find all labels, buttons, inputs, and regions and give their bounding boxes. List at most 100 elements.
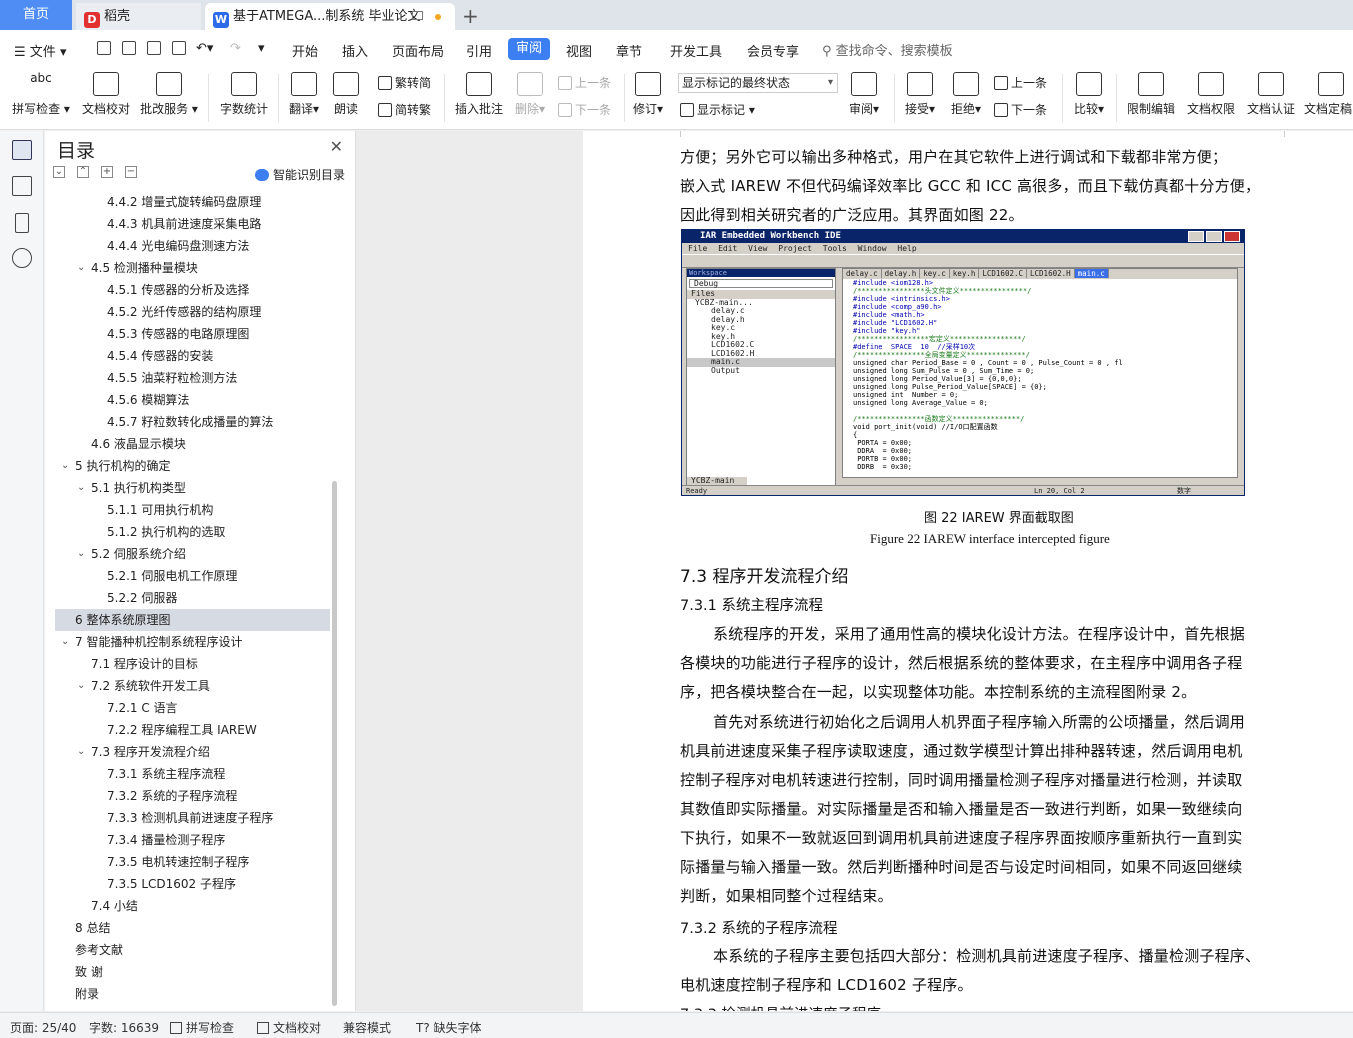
restrict-edit-button[interactable]: 限制编辑	[1124, 72, 1178, 117]
chevron-down-icon[interactable]: ⌄	[61, 455, 69, 477]
translate-button[interactable]: 翻译▾	[286, 72, 322, 117]
prev-comment-button[interactable]: 上一条	[558, 74, 611, 91]
toc-item[interactable]: 7.3.4 播量检测子程序	[55, 829, 330, 851]
toc-item[interactable]: 7.3.5 LCD1602 子程序	[55, 873, 330, 895]
find-icon[interactable]	[12, 248, 32, 268]
toc-item[interactable]: 4.4.3 机具前进速度采集电路	[55, 213, 330, 235]
markup-mode-select[interactable]: 显示标记的最终状态	[678, 73, 838, 93]
tab-home[interactable]: 首页	[0, 0, 72, 30]
doc-proof-button[interactable]: 文档校对	[80, 72, 132, 117]
toc-item[interactable]: 7.4 小结	[55, 895, 330, 917]
toc-item[interactable]: 4.5.5 油菜籽粒检测方法	[55, 367, 330, 389]
chevron-down-icon[interactable]: ⌄	[77, 543, 85, 565]
doc-finalize-button[interactable]: 文档定稿	[1304, 72, 1353, 117]
chevron-down-icon[interactable]: ⌄	[77, 477, 85, 499]
smart-toc-button[interactable]: 智能识别目录	[255, 166, 345, 183]
batch-service-button[interactable]: 批改服务 ▾	[140, 72, 198, 117]
toc-item[interactable]: 附录	[55, 983, 330, 1005]
menu-view[interactable]: 视图	[566, 41, 592, 60]
read-aloud-button[interactable]: 朗读	[330, 72, 362, 117]
menu-member[interactable]: 会员专享	[747, 41, 799, 60]
page-indicator[interactable]: 页面: 25/40	[10, 1019, 76, 1036]
toc-item[interactable]: ⌄ 5.1 执行机构类型	[55, 477, 330, 499]
toc-item[interactable]: 4.5.4 传感器的安装	[55, 345, 330, 367]
doc-permission-button[interactable]: 文档权限	[1184, 72, 1238, 117]
menu-page-layout[interactable]: 页面布局	[392, 41, 444, 60]
bookmark-icon[interactable]	[15, 213, 29, 233]
insert-comment-button[interactable]: 插入批注	[452, 72, 506, 117]
toc-item[interactable]: 7.3.5 电机转速控制子程序	[55, 851, 330, 873]
toc-item[interactable]: 7.3.3 检测机具前进速度子程序	[55, 807, 330, 829]
toc-item[interactable]: 4.4.2 增量式旋转编码盘原理	[55, 191, 330, 213]
status-spell-check[interactable]: 拼写检查	[170, 1019, 234, 1036]
expand-icon[interactable]: ⌃	[77, 166, 89, 178]
word-count-indicator[interactable]: 字数: 16639	[89, 1019, 159, 1036]
toc-item[interactable]: 4.5.6 模糊算法	[55, 389, 330, 411]
toc-item[interactable]: ⌄ 5.2 伺服系统介绍	[55, 543, 330, 565]
compare-button[interactable]: 比较▾	[1070, 72, 1108, 117]
print-preview-icon[interactable]	[172, 41, 186, 55]
chevron-down-icon[interactable]: ⌄	[61, 631, 69, 653]
menu-start[interactable]: 开始	[292, 41, 318, 60]
monitor-icon[interactable]	[412, 11, 423, 20]
chevron-down-icon[interactable]: ⌄	[77, 741, 85, 763]
save-icon[interactable]	[97, 41, 111, 55]
print-icon[interactable]	[147, 41, 161, 55]
status-doc-proof[interactable]: 文档校对	[257, 1019, 321, 1036]
toc-item[interactable]: 7.2.1 C 语言	[55, 697, 330, 719]
prev-change-button[interactable]: 上一条	[994, 74, 1047, 91]
review-pane-button[interactable]: 审阅▾	[846, 72, 882, 117]
spell-check-button[interactable]: abc 拼写检查 ▾	[10, 72, 72, 117]
show-markup-button[interactable]: 显示标记 ▾	[680, 101, 755, 118]
new-tab-button[interactable]: +	[462, 4, 479, 28]
next-comment-button[interactable]: 下一条	[558, 101, 611, 118]
toc-item[interactable]: 4.5.7 籽粒数转化成播量的算法	[55, 411, 330, 433]
toc-item[interactable]: 5.1.1 可用执行机构	[55, 499, 330, 521]
toc-item[interactable]: 4.6 液晶显示模块	[55, 433, 330, 455]
simp-to-trad-button[interactable]: 简转繁	[378, 101, 431, 118]
toc-item[interactable]: 4.5.3 传感器的电路原理图	[55, 323, 330, 345]
chevron-down-icon[interactable]: ⌄	[77, 257, 85, 279]
toc-item[interactable]: 参考文献	[55, 939, 330, 961]
toc-item[interactable]: 7.3.1 系统主程序流程	[55, 763, 330, 785]
reject-button[interactable]: 拒绝▾	[948, 72, 984, 117]
menu-references[interactable]: 引用	[466, 41, 492, 60]
toc-item[interactable]: 7.2.2 程序编程工具 IAREW	[55, 719, 330, 741]
toc-item[interactable]: 致 谢	[55, 961, 330, 983]
toc-item[interactable]: 6 整体系统原理图	[55, 609, 330, 631]
toc-item[interactable]: ⌄ 5 执行机构的确定	[55, 455, 330, 477]
toc-item[interactable]: 4.5.1 传感器的分析及选择	[55, 279, 330, 301]
menu-chapter[interactable]: 章节	[616, 41, 642, 60]
track-changes-button[interactable]: 修订▾	[630, 72, 666, 117]
document-page[interactable]: 方便；另外它可以输出多种格式，用户在其它软件上进行调试和下载都非常方便； 嵌入式…	[583, 131, 1353, 1011]
chevron-down-icon[interactable]: ⌄	[77, 675, 85, 697]
toc-item[interactable]: ⌄ 7.2 系统软件开发工具	[55, 675, 330, 697]
toc-item[interactable]: ⌄ 7 智能播种机控制系统程序设计	[55, 631, 330, 653]
accept-button[interactable]: 接受▾	[902, 72, 938, 117]
delete-comment-button[interactable]: 删除▾	[510, 72, 550, 117]
toc-item[interactable]: ⌄ 4.5 检测播种量模块	[55, 257, 330, 279]
word-count-button[interactable]: 字数统计	[218, 72, 270, 117]
undo-icon[interactable]: ↶▾	[196, 41, 213, 56]
remove-item-icon[interactable]: −	[125, 166, 137, 178]
tab-document[interactable]: W 基于ATMEGA...制系统 毕业论文	[205, 3, 455, 30]
toc-scrollbar[interactable]	[332, 481, 337, 1006]
missing-font[interactable]: T? 缺失字体	[416, 1019, 482, 1036]
file-menu[interactable]: ☰ 文件 ▾	[14, 41, 66, 60]
quick-access-more-icon[interactable]: ▾	[258, 41, 265, 56]
add-item-icon[interactable]: +	[101, 166, 113, 178]
toc-item[interactable]: 4.5.2 光纤传感器的结构原理	[55, 301, 330, 323]
toc-item[interactable]: 5.1.2 执行机构的选取	[55, 521, 330, 543]
trad-to-simp-button[interactable]: 繁转简	[378, 74, 431, 91]
nav-panel-icon[interactable]	[12, 176, 32, 196]
menu-review[interactable]: 审阅	[508, 38, 550, 60]
export-pdf-icon[interactable]	[122, 41, 136, 55]
collapse-icon[interactable]: ⌄	[53, 166, 65, 178]
tab-daoke[interactable]: D 稻壳	[76, 3, 201, 30]
close-icon[interactable]: ✕	[330, 137, 343, 156]
toc-item[interactable]: 7.1 程序设计的目标	[55, 653, 330, 675]
doc-certify-button[interactable]: 文档认证	[1244, 72, 1298, 117]
command-search[interactable]: ⚲ 查找命令、搜索模板	[822, 40, 953, 59]
toc-item[interactable]: 4.4.4 光电编码盘测速方法	[55, 235, 330, 257]
menu-insert[interactable]: 插入	[342, 41, 368, 60]
